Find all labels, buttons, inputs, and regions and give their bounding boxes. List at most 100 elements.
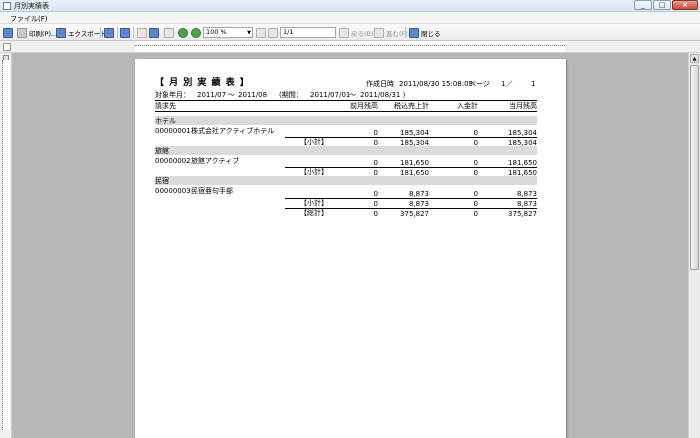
forward-arrow-icon: [374, 27, 384, 38]
close-preview-label: 閉じる: [421, 29, 441, 38]
close-window-button[interactable]: ×: [672, 0, 698, 10]
zoom-select[interactable]: 100 % ▼: [203, 27, 253, 38]
subtotal-prev-balance: 0: [373, 200, 378, 208]
scroll-thumb[interactable]: [690, 65, 699, 270]
customer-code: 00000002: [155, 157, 191, 165]
back-arrow-icon: [339, 27, 349, 38]
created-value: 2011/08/30 15:08:05: [399, 80, 474, 88]
period-label: (期間：: [279, 91, 303, 99]
minimize-button[interactable]: _: [634, 0, 652, 10]
column-header-rule: [155, 111, 537, 112]
subtotal-label: 【小計】: [300, 138, 328, 146]
customer-code: 00000003: [155, 187, 191, 195]
maximize-button[interactable]: □: [653, 0, 671, 10]
previous-page-icon: [268, 27, 278, 38]
toolbar-separator: [405, 27, 406, 38]
group-band: [155, 176, 537, 185]
window-title: 月別実績表: [14, 2, 49, 10]
copy-button[interactable]: [104, 27, 114, 38]
zoom-out-icon: [178, 27, 188, 38]
current-balance: 8,873: [516, 190, 537, 198]
preview-canvas[interactable]: 【 月 別 実 績 表 】 作成日時 2011/08/30 15:08:05 ペ…: [12, 53, 688, 438]
payments-total: 0: [473, 129, 478, 137]
page-label: ページ: [469, 80, 490, 88]
close-preview-icon: [409, 27, 419, 38]
customer-code: 00000001: [155, 127, 191, 135]
toolbar-separator: [133, 27, 134, 38]
page-width-button[interactable]: [164, 27, 174, 38]
customer-name: 旅館アクティブ: [191, 157, 240, 165]
created-label: 作成日時: [366, 80, 394, 88]
target-tilde: ～: [228, 91, 235, 99]
zoom-out-button[interactable]: [178, 27, 188, 38]
current-balance: 181,650: [508, 159, 537, 167]
column-header-payments: 入金計: [457, 102, 478, 110]
total-label: 【総計】: [300, 209, 328, 217]
previous-page-button[interactable]: [268, 27, 278, 38]
total-balance: 375,827: [508, 210, 537, 218]
page-number-value: 1/1: [283, 28, 294, 36]
page-number-input[interactable]: 1/1: [280, 27, 336, 38]
vertical-scrollbar[interactable]: ▲: [688, 53, 700, 438]
subtotal-label: 【小計】: [300, 199, 328, 207]
zoom-in-button[interactable]: [191, 27, 201, 38]
first-page-icon: [256, 27, 266, 38]
menu-bar: ファイル(F): [0, 12, 700, 24]
current-balance: 185,304: [508, 129, 537, 137]
scroll-up-button[interactable]: ▲: [690, 54, 699, 63]
copy-icon: [3, 27, 13, 38]
prev-balance: 0: [373, 129, 378, 137]
print-label: 印刷(P)...: [29, 29, 58, 38]
ruler-scale: [2, 60, 10, 430]
first-page-button[interactable]: [256, 27, 266, 38]
sales-total: 8,873: [408, 190, 429, 198]
payments-total: 0: [473, 159, 478, 167]
copy-page-button[interactable]: [3, 27, 13, 38]
column-header-balance: 当月残高: [509, 102, 537, 110]
single-page-icon: [137, 27, 147, 38]
column-header-customer: 請求先: [155, 102, 176, 110]
sales-total: 181,650: [400, 159, 429, 167]
toolbar-separator: [117, 27, 118, 38]
period-to: 2011/08/31 ): [360, 91, 406, 99]
page-total: 1: [531, 80, 536, 88]
find-button[interactable]: [120, 27, 130, 38]
header-rule: [155, 100, 537, 101]
forward-button[interactable]: 進む(F): [374, 27, 408, 38]
chevron-down-icon: ▼: [247, 30, 251, 36]
group-name: 旅館: [155, 147, 169, 155]
report-title: 【 月 別 実 績 表 】: [155, 78, 250, 88]
print-button[interactable]: 印刷(P)...: [17, 27, 57, 38]
vertical-ruler: [0, 53, 12, 438]
period-tilde: ～: [349, 91, 356, 99]
subtotal-payments: 0: [473, 200, 478, 208]
title-bar: 月別実績表 _ □ ×: [0, 0, 700, 12]
target-label: 対象年月：: [155, 91, 190, 99]
toolbar-separator: [100, 27, 101, 38]
group-name: ホテル: [155, 117, 176, 125]
customer-name: 民宿亜句手部: [191, 187, 233, 195]
menu-file[interactable]: ファイル(F): [10, 14, 48, 24]
prev-balance: 0: [373, 190, 378, 198]
zoom-value: 100 %: [206, 28, 227, 36]
customer-name: 株式会社アクティブホテル: [191, 127, 275, 135]
window-controls: _ □ ×: [633, 0, 698, 11]
group-band: [155, 146, 537, 155]
payments-total: 0: [473, 190, 478, 198]
total-payments: 0: [473, 210, 478, 218]
period-from: 2011/07/01: [310, 91, 351, 99]
single-page-button[interactable]: [137, 27, 147, 38]
back-button[interactable]: 戻る(B): [339, 27, 374, 38]
binoculars-icon: [120, 27, 130, 38]
target-from: 2011/07: [197, 91, 227, 99]
toolbar: 印刷(P)... エクスポート 100 % ▼ 1/1 戻る(B) 進む(F) 閉…: [0, 24, 700, 41]
total-sales: 375,827: [400, 210, 429, 218]
column-header-sales: 税込売上計: [394, 102, 429, 110]
back-label: 戻る(B): [351, 29, 374, 38]
multi-page-button[interactable]: [149, 27, 159, 38]
copy-icon: [104, 27, 114, 38]
multi-page-icon: [149, 27, 159, 38]
zoom-in-icon: [191, 27, 201, 38]
prev-balance: 0: [373, 159, 378, 167]
close-preview-button[interactable]: 閉じる: [409, 27, 441, 38]
